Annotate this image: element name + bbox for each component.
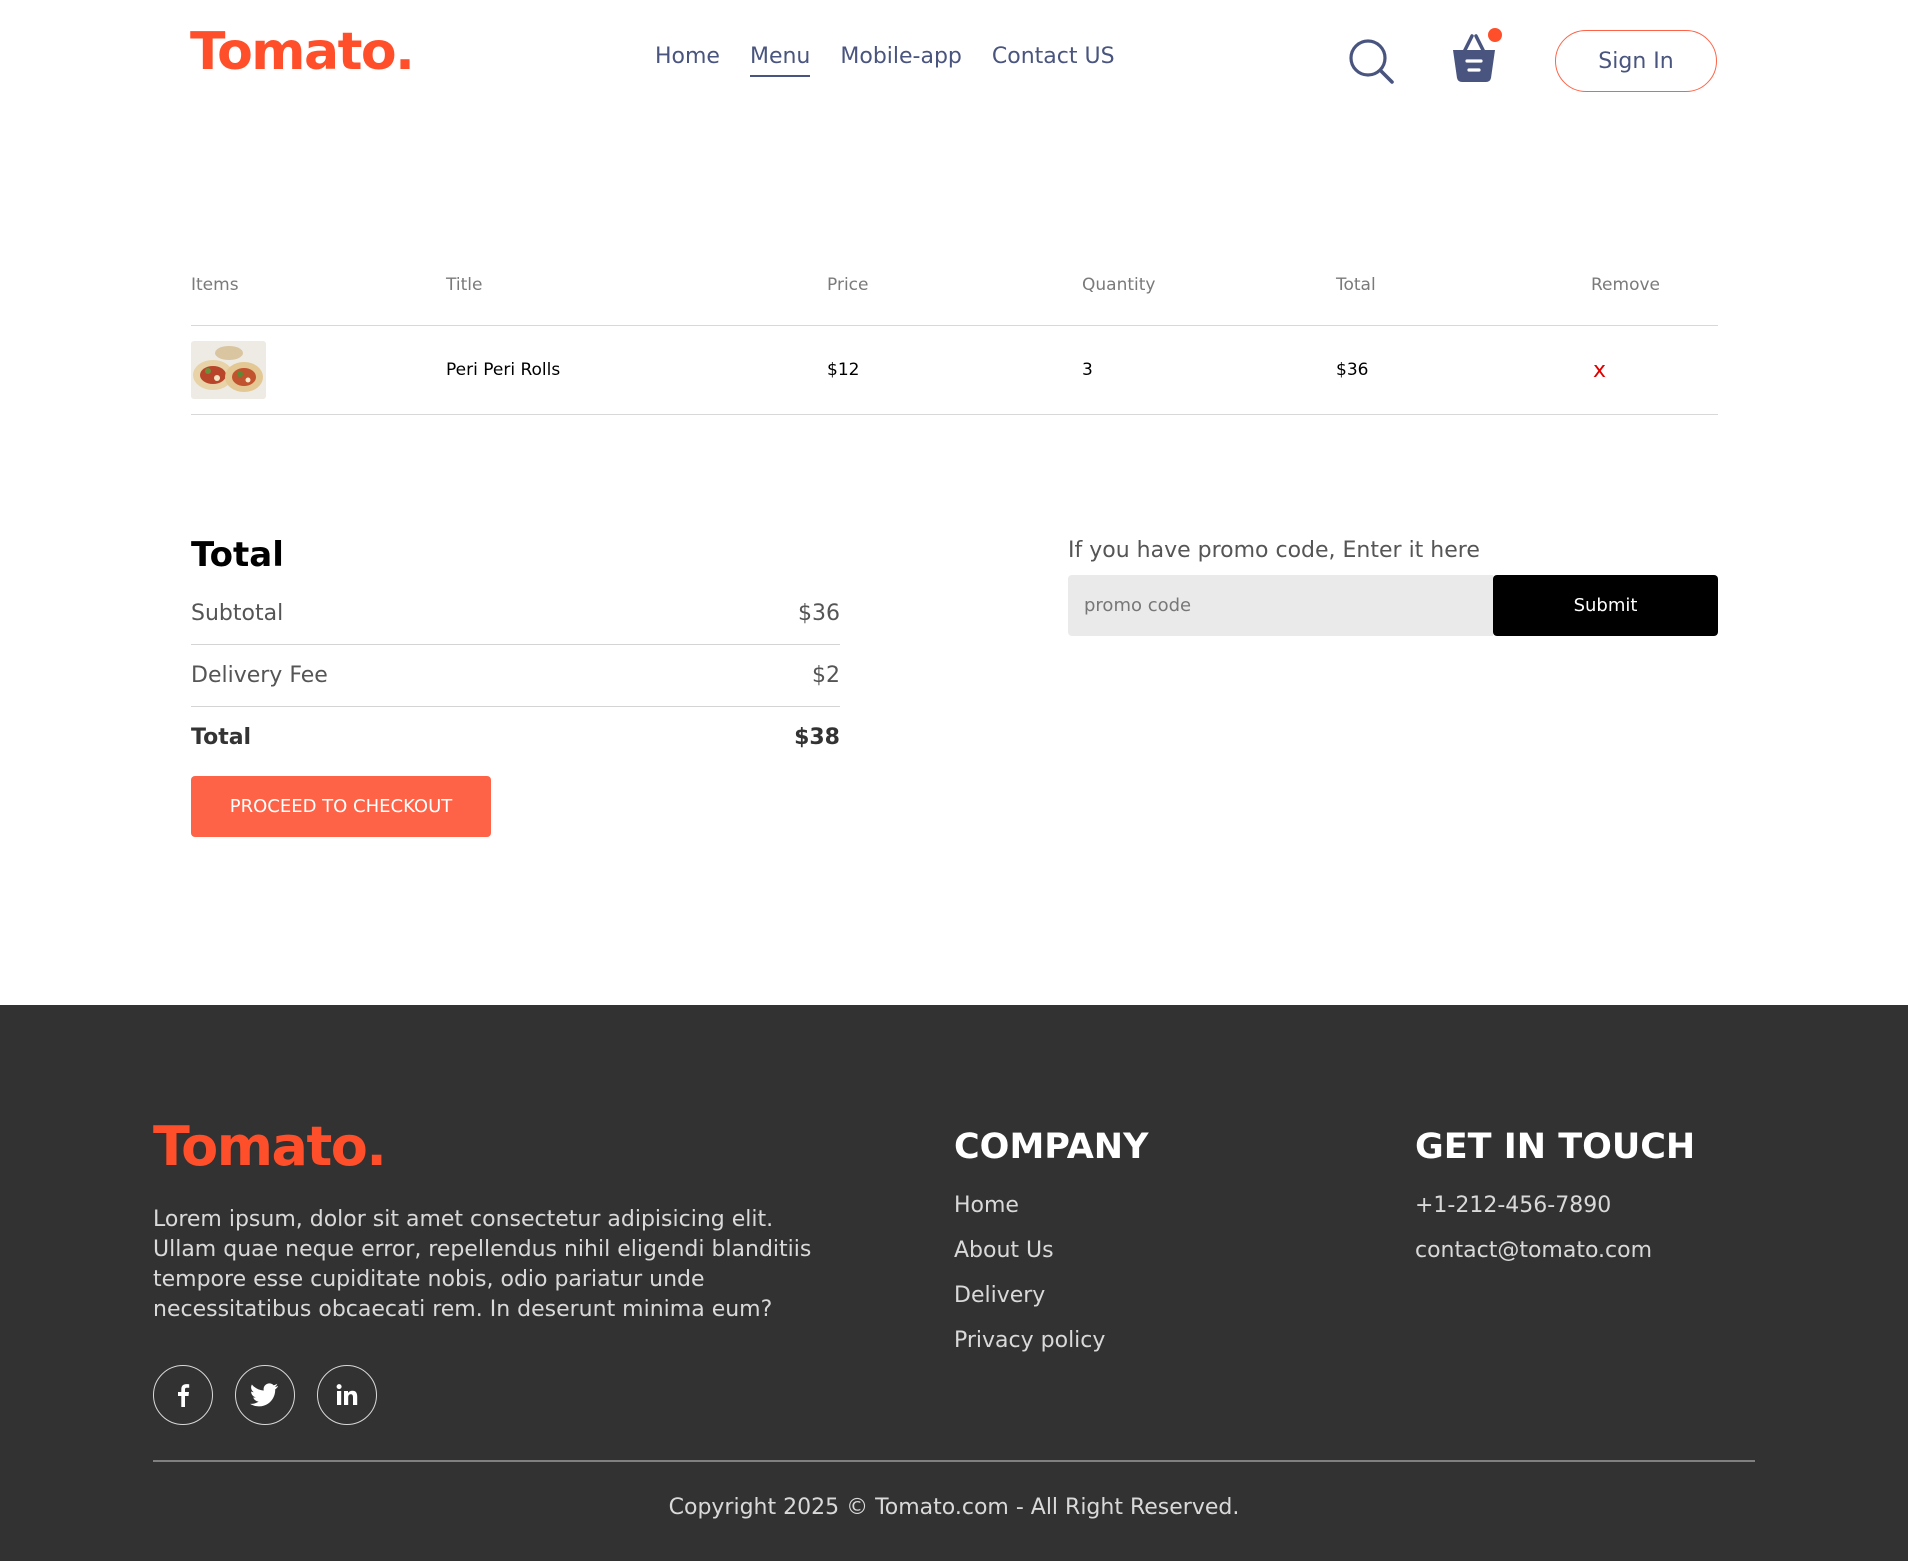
promo-code-input[interactable] <box>1068 575 1493 636</box>
footer-description: Lorem ipsum, dolor sit amet consectetur … <box>153 1207 812 1322</box>
cart-table: Items Title Price Quantity Total Remove … <box>191 270 1718 415</box>
promo-form: Submit <box>1068 575 1718 636</box>
delivery-fee-value: $2 <box>812 663 840 688</box>
totals-heading: Total <box>191 535 284 575</box>
header-total: Total <box>1336 275 1376 295</box>
nav-links: Home Menu Mobile-app Contact US <box>655 44 1115 77</box>
logo[interactable]: Tomato. <box>190 22 415 82</box>
footer-link-home[interactable]: Home <box>954 1193 1148 1238</box>
promo-submit-button[interactable]: Submit <box>1493 575 1718 636</box>
search-icon[interactable] <box>1348 38 1396 86</box>
footer-divider <box>153 1460 1755 1462</box>
twitter-icon[interactable] <box>235 1365 295 1425</box>
footer-company-column: COMPANY Home About Us Delivery Privacy p… <box>954 1127 1148 1373</box>
footer: Tomato. Lorem ipsum, dolor sit amet cons… <box>0 1005 1908 1561</box>
delivery-fee-label: Delivery Fee <box>191 663 328 688</box>
cart-badge-dot <box>1488 28 1502 42</box>
nav-link-contact[interactable]: Contact US <box>992 44 1115 77</box>
nav-link-home[interactable]: Home <box>655 44 720 77</box>
item-title: Peri Peri Rolls <box>446 360 561 380</box>
company-heading: COMPANY <box>954 1127 1149 1167</box>
cart-totals: Total Subtotal $36 Delivery Fee $2 Total… <box>191 535 840 837</box>
contact-email[interactable]: contact@tomato.com <box>1415 1238 1695 1283</box>
cart-table-header: Items Title Price Quantity Total Remove <box>191 270 1718 300</box>
copyright-text: Copyright 2025 © Tomato.com - All Right … <box>668 1495 1240 1520</box>
footer-link-privacy-policy[interactable]: Privacy policy <box>954 1328 1148 1373</box>
linkedin-icon[interactable] <box>317 1365 377 1425</box>
nav-link-mobile-app[interactable]: Mobile-app <box>840 44 962 77</box>
table-row: Peri Peri Rolls $12 3 $36 x <box>191 326 1718 414</box>
footer-link-delivery[interactable]: Delivery <box>954 1283 1148 1328</box>
subtotal-label: Subtotal <box>191 601 284 626</box>
food-image <box>191 341 266 399</box>
promo-section: If you have promo code, Enter it here Su… <box>1068 538 1718 636</box>
divider <box>191 414 1718 415</box>
social-links <box>153 1365 377 1425</box>
footer-link-about-us[interactable]: About Us <box>954 1238 1148 1283</box>
total-value: $38 <box>794 725 840 750</box>
total-label: Total <box>191 725 252 750</box>
subtotal-row: Subtotal $36 <box>191 595 840 632</box>
sign-in-button[interactable]: Sign In <box>1555 30 1717 92</box>
header-price: Price <box>827 275 869 295</box>
divider <box>191 706 840 707</box>
remove-item-button[interactable]: x <box>1591 358 1718 383</box>
item-price: $12 <box>827 360 860 380</box>
facebook-icon[interactable] <box>153 1365 213 1425</box>
header-items: Items <box>191 275 239 295</box>
navbar: Tomato. Home Menu Mobile-app Contact US … <box>0 0 1908 125</box>
item-quantity: 3 <box>1082 360 1093 380</box>
footer-contact-column: GET IN TOUCH +1-212-456-7890 contact@tom… <box>1415 1127 1695 1283</box>
nav-link-menu[interactable]: Menu <box>749 44 811 77</box>
subtotal-value: $36 <box>798 601 840 626</box>
contact-phone: +1-212-456-7890 <box>1415 1193 1612 1218</box>
footer-logo: Tomato. <box>153 1115 387 1178</box>
item-total: $36 <box>1336 360 1369 380</box>
contact-heading: GET IN TOUCH <box>1415 1127 1696 1167</box>
promo-label: If you have promo code, Enter it here <box>1068 538 1480 563</box>
header-quantity: Quantity <box>1082 275 1156 295</box>
delivery-fee-row: Delivery Fee $2 <box>191 657 840 694</box>
grand-total-row: Total $38 <box>191 719 840 756</box>
header-remove: Remove <box>1591 275 1660 295</box>
proceed-to-checkout-button[interactable]: PROCEED TO CHECKOUT <box>191 776 491 837</box>
header-title: Title <box>446 275 483 295</box>
divider <box>191 644 840 645</box>
